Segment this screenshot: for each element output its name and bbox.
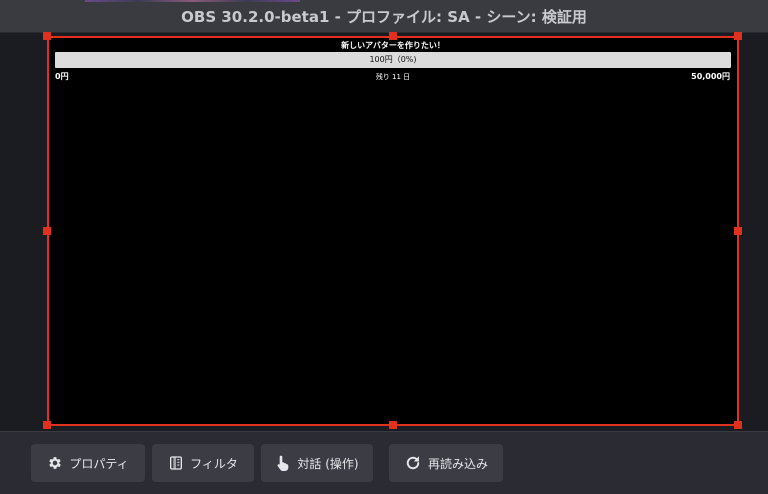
filters-button-label: フィルタ — [190, 456, 238, 471]
window-title: OBS 30.2.0-beta1 - プロファイル: SA - シーン: 検証用 — [181, 7, 587, 26]
resize-handle-top[interactable] — [389, 32, 397, 40]
source-toolbar: プロパティ フィルタ 対話 (操作) 再読み込み — [0, 431, 768, 494]
pointer-hand-icon — [277, 455, 289, 471]
titlebar-decoration — [85, 0, 300, 2]
resize-handle-right[interactable] — [734, 227, 742, 235]
properties-button-label: プロパティ — [69, 456, 129, 471]
interact-button[interactable]: 対話 (操作) — [261, 444, 373, 482]
resize-handle-left[interactable] — [43, 227, 51, 235]
filter-icon — [170, 456, 183, 470]
filters-button[interactable]: フィルタ — [152, 444, 254, 482]
resize-handle-top-right[interactable] — [734, 32, 742, 40]
source-selection-box[interactable] — [47, 36, 739, 426]
refresh-icon — [406, 456, 420, 470]
refresh-button-label: 再読み込み — [427, 456, 488, 471]
resize-handle-bottom-left[interactable] — [43, 421, 51, 429]
window-titlebar[interactable]: OBS 30.2.0-beta1 - プロファイル: SA - シーン: 検証用 — [0, 0, 768, 33]
refresh-button[interactable]: 再読み込み — [389, 444, 503, 482]
properties-button[interactable]: プロパティ — [31, 444, 145, 482]
resize-handle-bottom[interactable] — [389, 421, 397, 429]
interact-button-label: 対話 (操作) — [297, 456, 359, 471]
gear-icon — [49, 457, 62, 469]
resize-handle-bottom-right[interactable] — [734, 421, 742, 429]
resize-handle-top-left[interactable] — [43, 32, 51, 40]
